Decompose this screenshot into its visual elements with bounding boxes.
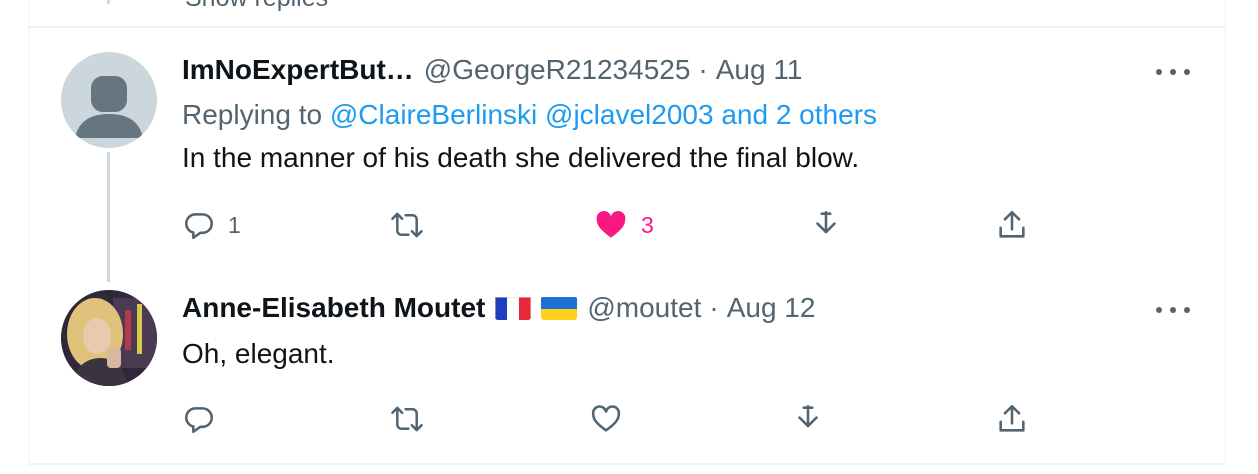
share-button[interactable]: [995, 208, 1029, 242]
more-options-icon[interactable]: [1156, 305, 1190, 315]
replying-to-label: Replying to: [182, 99, 323, 130]
share-icon: [999, 404, 1025, 432]
replying-to-users[interactable]: @ClaireBerlinski @jclavel2003: [330, 99, 714, 130]
like-count: 3: [641, 211, 654, 238]
reply-button[interactable]: [182, 402, 216, 436]
download-arrow-icon: [798, 404, 818, 428]
replying-to: Replying to @ClaireBerlinski @jclavel200…: [182, 99, 877, 131]
more-options-icon[interactable]: [1156, 67, 1190, 77]
reply-icon: [185, 213, 214, 240]
flag-france-icon: [495, 296, 532, 320]
retweet-icon: [391, 212, 423, 238]
share-icon: [999, 210, 1025, 238]
retweet-button[interactable]: [389, 402, 425, 436]
show-replies-link[interactable]: Show replies: [185, 0, 328, 13]
timestamp[interactable]: Aug 12: [727, 292, 816, 324]
thread-connector-top: [107, 0, 110, 4]
download-arrow-icon: [816, 210, 836, 234]
bookmark-button[interactable]: [809, 208, 843, 242]
default-avatar-icon[interactable]: [61, 52, 157, 148]
retweet-button[interactable]: [389, 208, 425, 242]
heart-filled-icon: [596, 210, 626, 238]
heart-outline-icon: [591, 405, 621, 432]
separator: ·: [698, 54, 708, 85]
divider: [28, 26, 1226, 28]
thread-line: [107, 152, 110, 282]
tweet-text: In the manner of his death she delivered…: [182, 142, 860, 173]
handle[interactable]: @GeorgeR21234525: [424, 54, 691, 86]
bookmark-button[interactable]: [791, 402, 825, 436]
handle[interactable]: @moutet: [587, 292, 701, 324]
timestamp[interactable]: Aug 11: [716, 54, 803, 86]
like-button[interactable]: [588, 402, 624, 436]
reply-icon: [185, 407, 214, 434]
reply-button[interactable]: 1: [182, 208, 241, 242]
tweet-header: Anne-Elisabeth Moutet @moutet · Aug 12: [182, 292, 815, 324]
reply-count: 1: [228, 211, 241, 238]
profile-photo[interactable]: [61, 290, 157, 386]
share-button[interactable]: [995, 402, 1029, 436]
display-name[interactable]: Anne-Elisabeth Moutet: [182, 292, 485, 324]
retweet-icon: [391, 406, 423, 432]
tweet-header: ImNoExpertBut… @GeorgeR21234525 · Aug 11: [182, 54, 802, 86]
tweet-text: Oh, elegant.: [182, 338, 335, 369]
separator: ·: [709, 292, 719, 323]
divider: [28, 463, 1226, 465]
like-button[interactable]: 3: [593, 208, 654, 242]
display-name[interactable]: ImNoExpertBut…: [182, 54, 414, 86]
flag-ukraine-icon: [541, 296, 578, 320]
replying-to-others[interactable]: and 2 others: [721, 99, 877, 130]
